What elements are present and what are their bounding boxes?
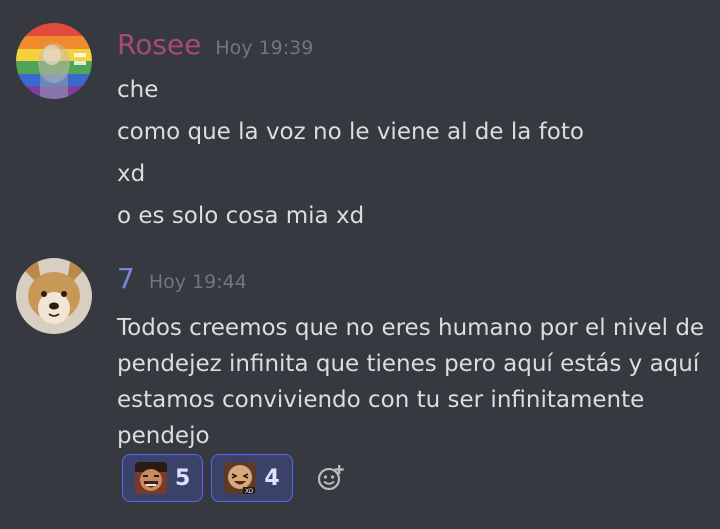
reaction-count: 5 (175, 465, 191, 491)
dog-avatar-icon (16, 258, 92, 334)
chat-window: Rosee Hoy 19:39 che como que la voz no l… (0, 0, 720, 529)
add-reaction-button[interactable] (307, 454, 355, 502)
xd-face-emoji-icon: XD (224, 462, 257, 494)
message-line: xd (117, 161, 146, 187)
reaction-count: 4 (264, 465, 280, 491)
laughing-man-emoji-icon (135, 462, 167, 494)
message-line: como que la voz no le viene al de la fot… (117, 119, 584, 145)
avatar[interactable] (16, 258, 92, 334)
message-line: che (117, 77, 159, 103)
message-header: 7 Hoy 19:44 (117, 262, 247, 296)
message-header: Rosee Hoy 19:39 (117, 28, 313, 62)
timestamp[interactable]: Hoy 19:39 (215, 37, 313, 59)
username[interactable]: 7 (117, 262, 135, 296)
username[interactable]: Rosee (117, 28, 201, 62)
svg-text:XD: XD (245, 489, 254, 494)
reaction-xd-face[interactable]: XD 4 (211, 454, 293, 502)
timestamp[interactable]: Hoy 19:44 (149, 271, 247, 293)
avatar[interactable] (16, 23, 92, 99)
message-line: o es solo cosa mia xd (117, 203, 365, 229)
reactions-bar: 5 XD 4 (122, 454, 355, 502)
message-text: Todos creemos que no eres humano por el … (117, 315, 705, 449)
add-reaction-icon (317, 465, 344, 491)
reaction-laughing-man[interactable]: 5 (122, 454, 204, 502)
rainbow-flag-avatar-icon (16, 23, 92, 99)
